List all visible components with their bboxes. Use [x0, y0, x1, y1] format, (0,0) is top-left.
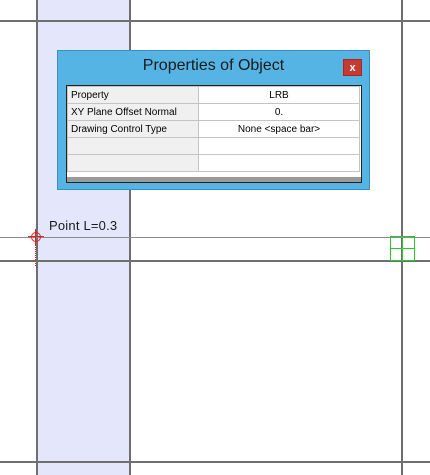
property-value-cell[interactable]	[198, 137, 360, 155]
grid-scroll-footer	[67, 177, 361, 182]
property-value-cell[interactable]: 0.	[198, 103, 360, 121]
snap-guide-line	[35, 244, 36, 266]
header-property: Property	[67, 86, 199, 104]
table-row[interactable]	[67, 137, 360, 155]
table-header-row: Property LRB	[67, 86, 360, 104]
grid-line-horizontal	[0, 260, 430, 262]
beam-line-horizontal[interactable]	[0, 237, 430, 238]
dialog-title: Properties of Object	[142, 57, 285, 74]
selection-handle[interactable]	[390, 236, 415, 261]
header-object-name: LRB	[198, 86, 360, 104]
grid-line-horizontal	[0, 20, 430, 22]
property-name-cell: XY Plane Offset Normal	[67, 103, 199, 121]
close-button[interactable]: x	[343, 59, 362, 76]
table-row[interactable]: XY Plane Offset Normal 0.	[67, 103, 360, 121]
drawing-canvas[interactable]: Point L=0.3 Properties of Object x Prope…	[0, 0, 430, 475]
point-label: Point L=0.3	[49, 218, 118, 233]
table-row[interactable]: Drawing Control Type None <space bar>	[67, 120, 360, 138]
grid-line-horizontal	[0, 461, 430, 463]
property-value-cell[interactable]: None <space bar>	[198, 120, 360, 138]
property-name-cell: Drawing Control Type	[67, 120, 199, 138]
table-row[interactable]	[67, 154, 360, 172]
property-value-cell[interactable]	[198, 154, 360, 172]
properties-grid: Property LRB XY Plane Offset Normal 0. D…	[66, 85, 362, 183]
snap-point-marker	[28, 229, 44, 245]
property-name-cell	[67, 154, 199, 172]
properties-dialog: Properties of Object x Property LRB XY P…	[57, 50, 370, 190]
property-name-cell	[67, 137, 199, 155]
